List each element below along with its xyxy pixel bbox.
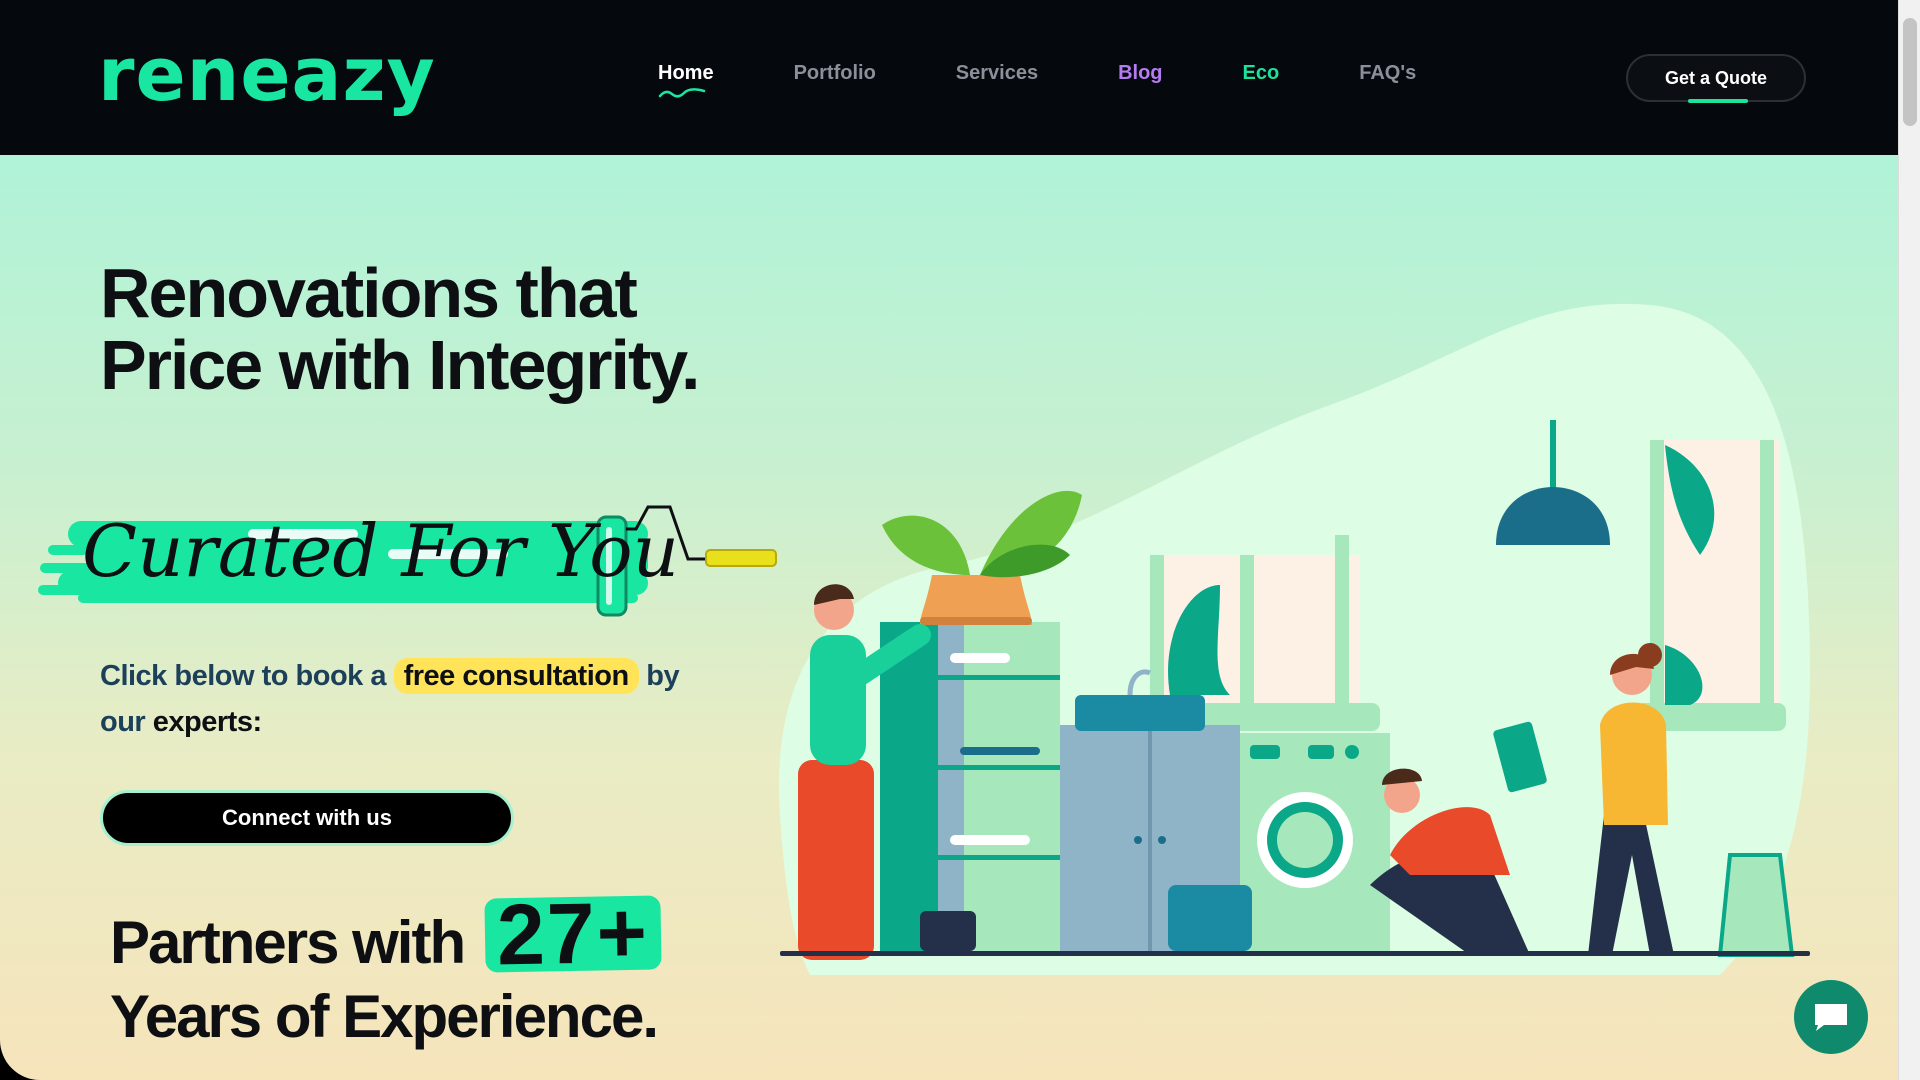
hero-section: Renovations that Price with Integrity. C…: [0, 155, 1898, 1080]
cta-text-part-3: our: [100, 706, 146, 738]
nav-home[interactable]: Home: [658, 62, 714, 98]
connect-with-us-button[interactable]: Connect with us: [100, 790, 514, 846]
get-a-quote-button[interactable]: Get a Quote: [1626, 54, 1806, 103]
site-header: reneazy Home Portfolio Services Blog Eco…: [0, 0, 1898, 155]
nav-portfolio[interactable]: Portfolio: [794, 62, 876, 92]
cta-text-part-4: experts:: [152, 706, 262, 738]
page-scrollbar[interactable]: [1898, 0, 1920, 1080]
main-nav: Home Portfolio Services Blog Eco FAQ's: [658, 62, 1496, 98]
headline-line-1: Renovations that: [100, 254, 638, 332]
years-number-badge: 27+: [484, 885, 662, 983]
nav-eco[interactable]: Eco: [1243, 62, 1280, 92]
scrollbar-thumb[interactable]: [1903, 18, 1917, 126]
nav-services[interactable]: Services: [956, 62, 1038, 92]
curated-for-you-text: Curated For You: [82, 509, 679, 593]
partners-experience: Partners with 27+ Years of Experience.: [110, 885, 662, 1054]
cta-text-part-2: by: [646, 660, 680, 692]
partners-suffix: Years of Experience.: [110, 983, 659, 1050]
hero-headline: Renovations that Price with Integrity.: [100, 254, 700, 404]
chat-bubble-icon: [1815, 1004, 1847, 1031]
cta-text-part-1: Click below to book a: [100, 660, 387, 692]
headline-line-2: Price with Integrity.: [100, 326, 700, 404]
partners-prefix: Partners with: [110, 909, 466, 976]
nav-blog[interactable]: Blog: [1118, 62, 1162, 92]
logo[interactable]: reneazy: [98, 38, 436, 112]
curated-brush-banner: Curated For You: [28, 485, 788, 635]
squiggle-underline-icon: [658, 88, 706, 98]
chat-button[interactable]: [1794, 980, 1868, 1054]
free-consultation-highlight: free consultation: [393, 658, 639, 694]
renovation-illustration: [778, 303, 1810, 975]
nav-home-label: Home: [658, 62, 714, 84]
nav-faqs[interactable]: FAQ's: [1359, 62, 1416, 92]
consultation-text: Click below to book a free consultation …: [100, 653, 700, 745]
